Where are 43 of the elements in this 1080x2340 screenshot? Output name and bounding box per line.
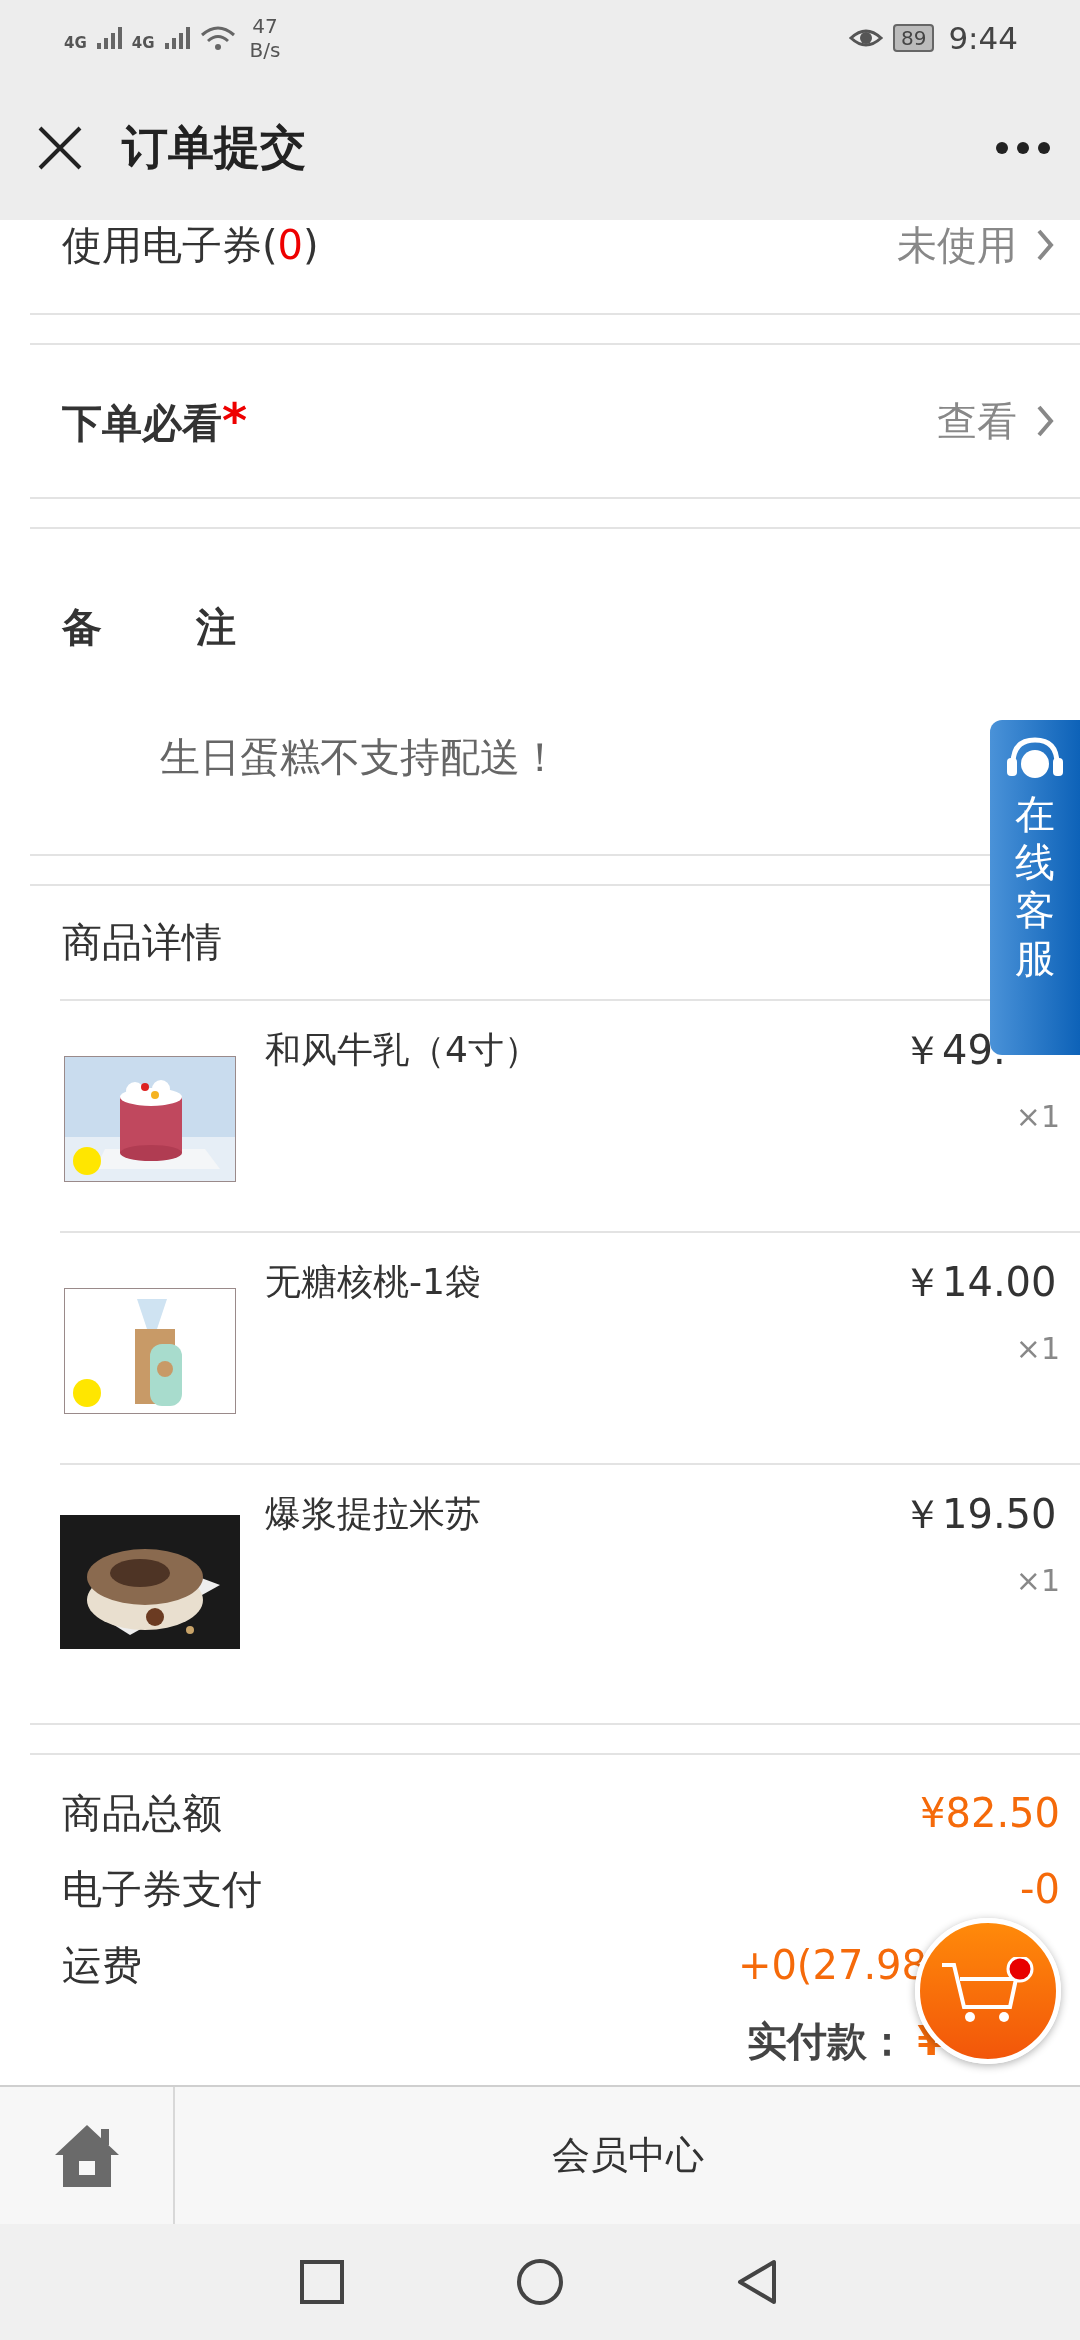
close-button[interactable] <box>38 125 82 170</box>
summary-label: 电子券支付 <box>62 1864 263 1914</box>
product-price: ￥14.00 <box>902 1258 1058 1307</box>
summary-value: -0 <box>1020 1866 1060 1912</box>
product-price: ￥19.50 <box>902 1490 1058 1539</box>
online-service-button[interactable]: 在线客服 <box>990 720 1080 1055</box>
product-name: 和风牛乳（4寸） <box>265 1028 541 1072</box>
summary-label: 商品总额 <box>62 1788 223 1838</box>
more-button[interactable] <box>996 141 1050 154</box>
clock-time: 9:44 <box>948 19 1018 56</box>
summary-value: +0(27.98 <box>737 1942 928 1988</box>
section-title: 商品详情 <box>62 918 222 967</box>
summary-label: 实付款： <box>747 2016 908 2066</box>
notice-label: 下单必看* <box>62 391 249 450</box>
view-link: 查看 <box>937 396 1017 446</box>
product-name: 无糖核桃-1袋 <box>265 1260 482 1304</box>
battery-level: 89 <box>892 23 935 52</box>
product-name: 爆浆提拉米苏 <box>265 1492 482 1536</box>
notice-row[interactable]: 下单必看* 查看 <box>30 345 1080 497</box>
coupon-label: 使用电子券(0) <box>62 221 320 270</box>
summary-label: 运费 <box>62 1940 143 1990</box>
product-quantity: ×1 <box>1015 1099 1060 1134</box>
speed-value: 47 <box>251 13 279 38</box>
page-title: 订单提交 <box>122 118 307 176</box>
speed-unit: B/s <box>249 37 281 62</box>
coupon-row[interactable]: 使用电子券(0) 未使用 <box>30 220 1080 313</box>
product-quantity: ×1 <box>1015 1331 1060 1366</box>
summary-value: ¥82.50 <box>920 1790 1060 1836</box>
network-type: 4G <box>131 33 155 52</box>
wifi-icon <box>199 24 236 51</box>
chevron-right-icon <box>1035 227 1055 263</box>
signal-icon <box>164 26 190 49</box>
service-label: 在线客服 <box>1015 790 1055 982</box>
more-icon <box>996 141 1050 154</box>
coupon-status: 未使用 <box>897 220 1017 270</box>
network-type: 4G <box>64 33 87 52</box>
close-icon <box>38 125 82 170</box>
signal-icon <box>96 26 122 49</box>
cart-icon <box>940 1957 1036 2025</box>
remark-label: 备 注 <box>62 603 236 652</box>
remark-text: 生日蛋糕不支持配送！ <box>160 733 560 782</box>
product-quantity: ×1 <box>1015 1563 1060 1598</box>
chevron-right-icon <box>1035 403 1055 439</box>
